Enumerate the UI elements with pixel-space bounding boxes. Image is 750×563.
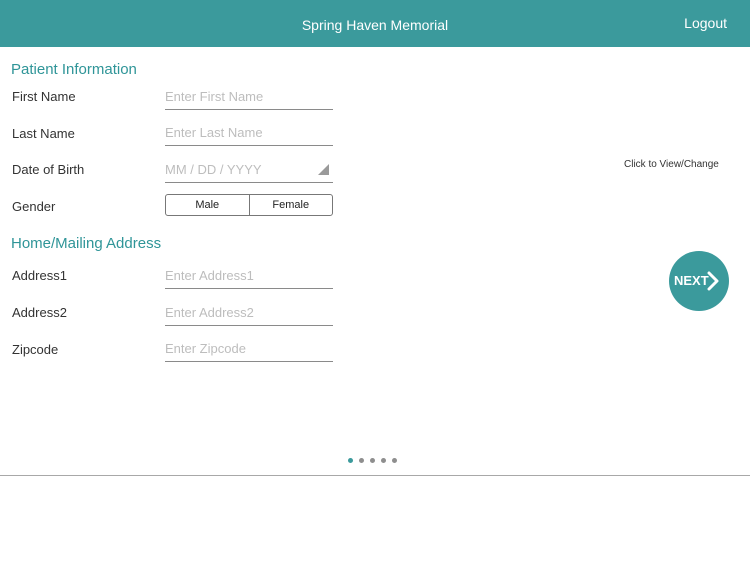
app-title: Spring Haven Memorial <box>301 17 449 33</box>
app-window: Spring Haven Memorial Logout Patient Inf… <box>0 0 750 563</box>
next-button[interactable]: NEXT <box>669 251 729 311</box>
page-indicator <box>348 458 397 463</box>
footer-divider <box>0 475 750 476</box>
page-dot[interactable] <box>359 458 364 463</box>
home-mailing-address-heading: Home/Mailing Address <box>11 235 162 252</box>
gender-male-option[interactable]: Male <box>166 195 249 215</box>
address1-label: Address1 <box>12 268 67 283</box>
gender-female-option[interactable]: Female <box>248 195 333 215</box>
chevron-right-icon <box>707 271 719 291</box>
patient-information-heading: Patient Information <box>11 61 137 78</box>
header-bar: Spring Haven Memorial Logout <box>0 0 750 47</box>
next-button-label: NEXT <box>674 273 709 288</box>
address2-label: Address2 <box>12 305 67 320</box>
gender-segmented-control: Male Female <box>165 194 333 216</box>
date-of-birth-placeholder: MM / DD / YYYY <box>165 162 262 177</box>
first-name-field[interactable]: Enter First Name <box>165 88 333 110</box>
last-name-field[interactable]: Enter Last Name <box>165 124 333 146</box>
date-of-birth-field[interactable]: MM / DD / YYYY <box>165 161 333 183</box>
dropdown-triangle-icon <box>318 164 329 175</box>
zipcode-field[interactable]: Enter Zipcode <box>165 340 333 362</box>
date-of-birth-label: Date of Birth <box>12 162 85 177</box>
gender-label: Gender <box>12 199 56 214</box>
zipcode-label: Zipcode <box>12 342 59 357</box>
address2-field[interactable]: Enter Address2 <box>165 304 333 326</box>
address1-field[interactable]: Enter Address1 <box>165 267 333 289</box>
page-dot[interactable] <box>370 458 375 463</box>
page-dot[interactable] <box>381 458 386 463</box>
last-name-label: Last Name <box>12 126 75 141</box>
page-dot[interactable] <box>392 458 397 463</box>
page-dot[interactable] <box>348 458 353 463</box>
logout-button[interactable]: Logout <box>684 15 727 31</box>
view-change-link[interactable]: Click to View/Change <box>624 159 719 170</box>
first-name-label: First Name <box>12 89 76 104</box>
